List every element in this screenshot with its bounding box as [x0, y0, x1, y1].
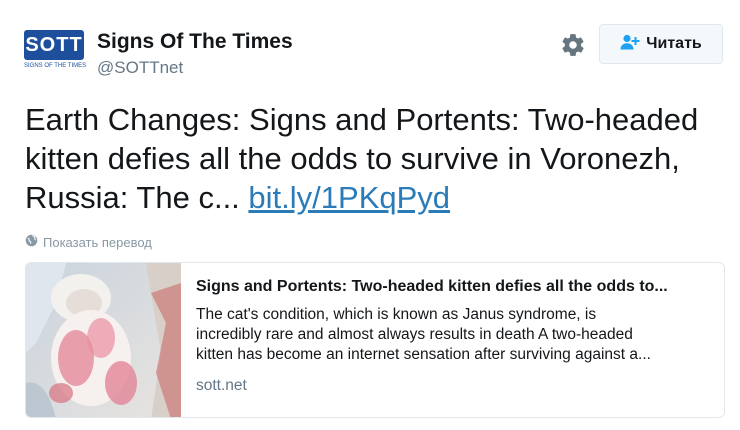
card-domain: sott.net	[196, 377, 247, 394]
card-description-line: The cat's condition, which is known as J…	[196, 306, 597, 323]
tweet-text: Earth Changes: Signs and Portents: Two-h…	[25, 100, 725, 217]
sott-logo-subtext: SIGNS OF THE TIMES	[24, 63, 87, 69]
add-user-icon	[620, 34, 640, 55]
follow-button-label: Читать	[646, 35, 702, 52]
translate-link[interactable]: Показать перевод	[25, 234, 152, 250]
card-description-line: incredibly rare and almost always result…	[196, 326, 633, 343]
card-title[interactable]: Signs and Portents: Two-headed kitten de…	[196, 277, 713, 297]
sott-logo: SOTT	[24, 30, 84, 60]
tweet-link[interactable]: bit.ly/1PKqPyd	[248, 180, 450, 215]
translate-label: Показать перевод	[43, 234, 152, 250]
card-body: Signs and Portents: Two-headed kitten de…	[196, 277, 713, 395]
globe-icon	[25, 234, 38, 250]
user-handle[interactable]: @SOTTnet	[97, 58, 183, 78]
card-image-kitten	[26, 263, 181, 417]
tweet: SOTT SIGNS OF THE TIMES Signs Of The Tim…	[0, 0, 740, 430]
card-description-line: kitten has become an internet sensation …	[196, 346, 651, 363]
link-card[interactable]: Signs and Portents: Two-headed kitten de…	[25, 262, 725, 418]
card-description: The cat's condition, which is known as J…	[196, 305, 713, 365]
gear-icon[interactable]	[560, 32, 586, 58]
follow-button[interactable]: Читать	[599, 24, 723, 64]
user-name[interactable]: Signs Of The Times	[97, 30, 293, 54]
avatar[interactable]: SOTT SIGNS OF THE TIMES	[24, 30, 87, 74]
